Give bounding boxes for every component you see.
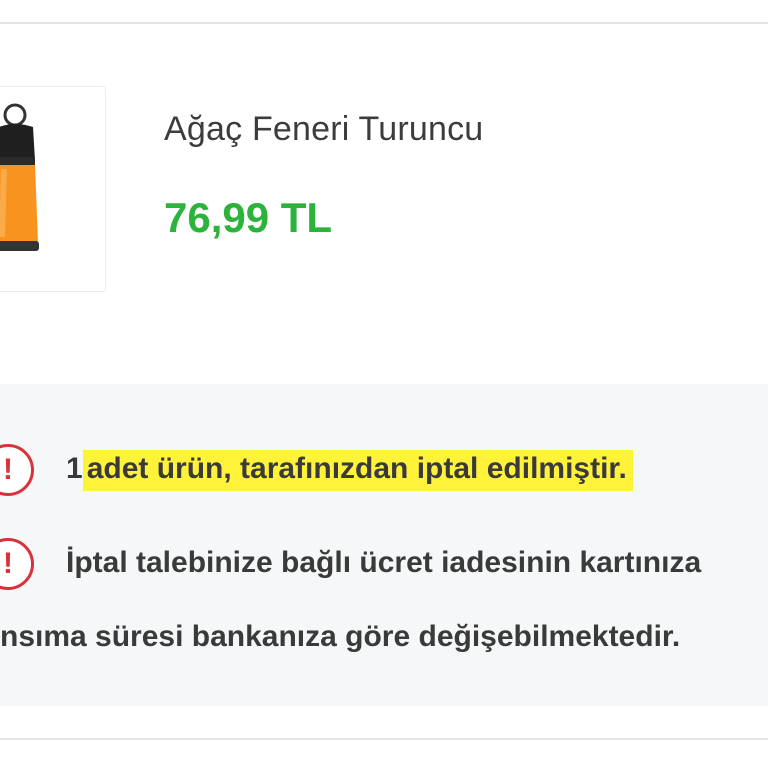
order-cancel-page: Ağaç Feneri Turuncu 76,99 TL ! 1 adet ürü… <box>0 0 768 768</box>
product-card: Ağaç Feneri Turuncu 76,99 TL <box>0 24 768 384</box>
cancel-notice-count: 1 <box>66 452 83 485</box>
refund-notice-row: ! İptal talebinize bağlı ücret iadesinin… <box>0 534 768 594</box>
refund-notice-continued: nsıma süresi bankanıza göre değişebilmek… <box>0 620 681 653</box>
product-price: 76,99 TL <box>164 194 333 241</box>
bottom-divider <box>0 738 768 740</box>
refund-notice-text: İptal talebinize bağlı ücret iadesinin k… <box>66 546 702 579</box>
cancel-notice-highlight: adet ürün, tarafınızdan iptal edilmiştir… <box>82 450 633 491</box>
product-name[interactable]: Ağaç Feneri Turuncu <box>164 110 483 149</box>
notice-panel: ! 1 adet ürün, tarafınızdan iptal edilmiş… <box>0 384 768 706</box>
cancel-notice-row: ! 1 adet ürün, tarafınızdan iptal edilmiş… <box>0 440 768 500</box>
cancel-notice-text: 1 adet ürün, tarafınızdan iptal edilmişti… <box>66 450 633 491</box>
exclamation-icon: ! <box>0 538 34 590</box>
product-thumbnail[interactable] <box>0 86 106 292</box>
lantern-image-icon <box>0 103 39 251</box>
exclamation-icon: ! <box>0 444 34 496</box>
